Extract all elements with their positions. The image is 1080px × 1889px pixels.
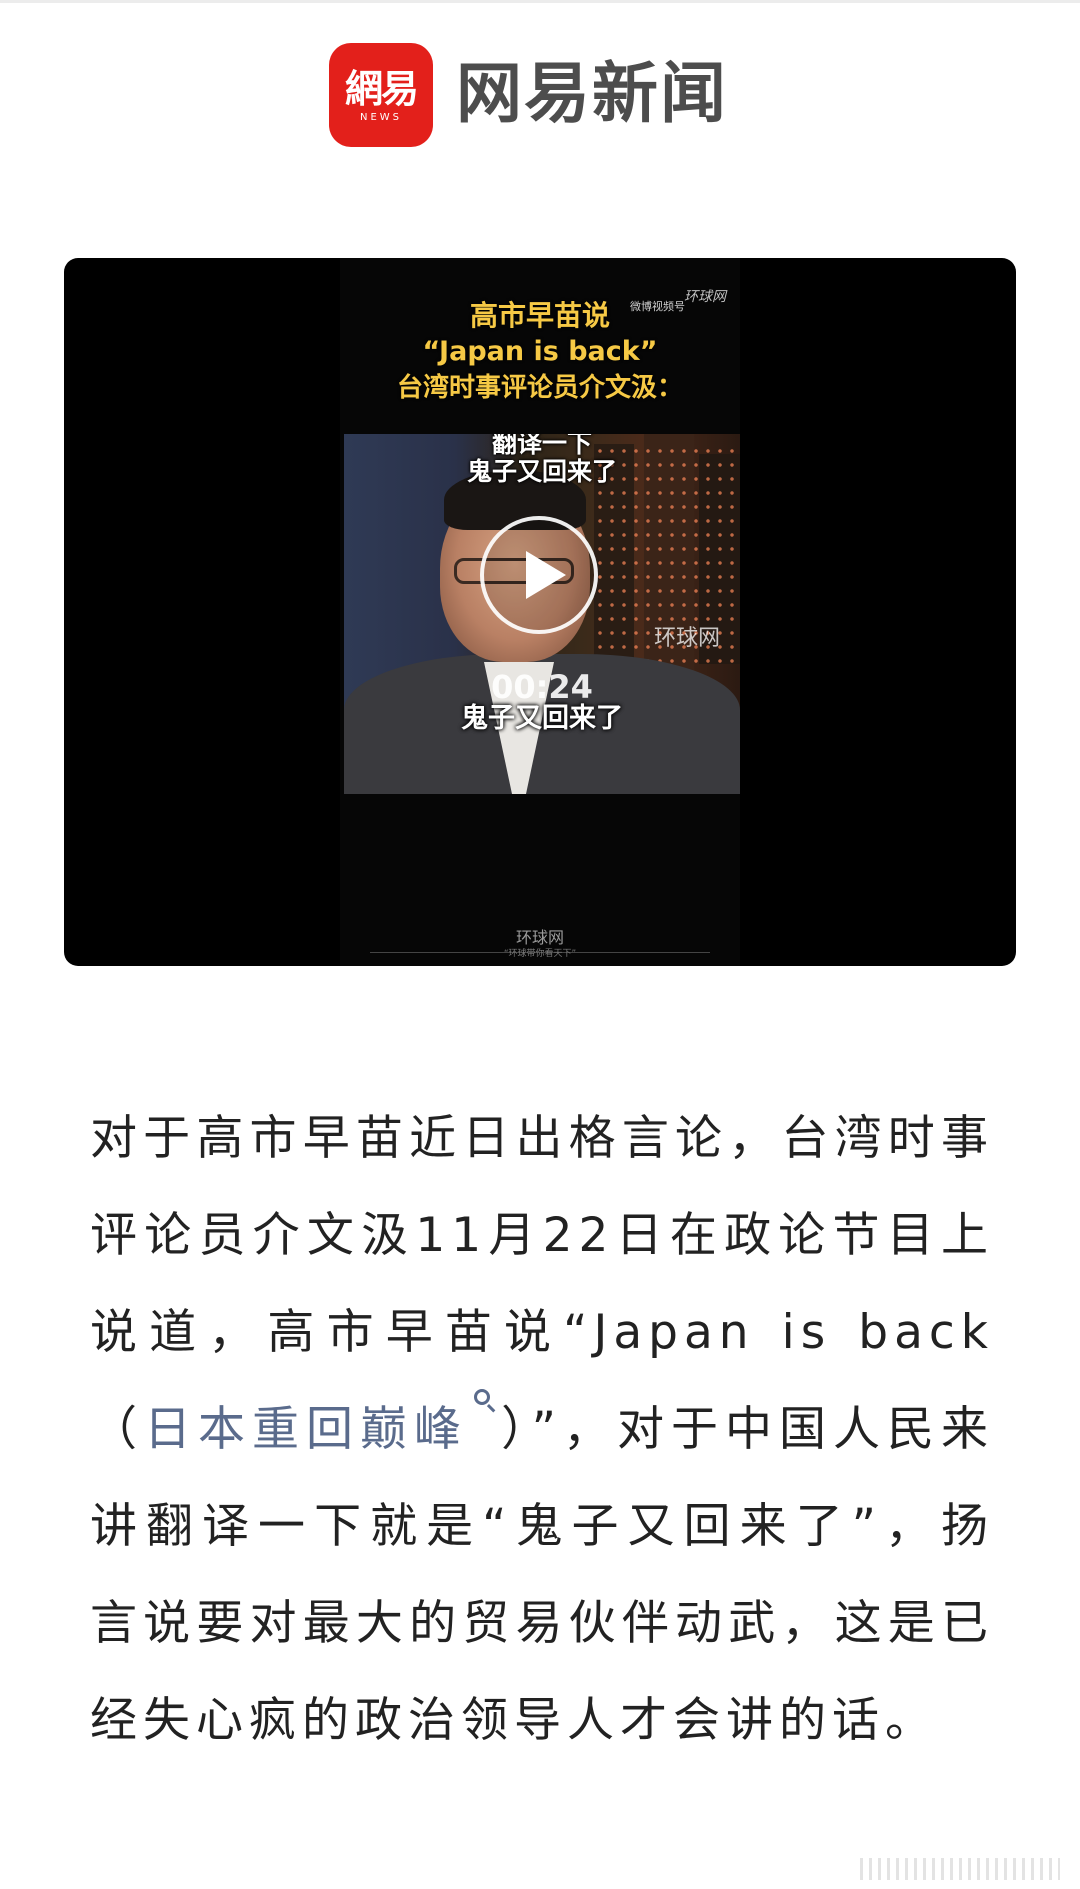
video-content: 高市早苗说 “Japan is back” 台湾时事评论员介文汲： 微博视频号 … [340, 258, 740, 966]
keyword-link-text: 日本重回巅峰 [144, 1402, 469, 1457]
search-icon [472, 1387, 500, 1415]
brand-name: 网易新闻 [456, 55, 728, 132]
top-divider [0, 0, 1080, 3]
logo-glyph: 網易 [344, 65, 419, 111]
caption-bottom: 鬼子又回来了 [461, 703, 623, 734]
play-icon [526, 551, 566, 599]
video-title-line-2: “Japan is back” [422, 336, 658, 367]
video-footer-tagline: “环球带你看天下” [503, 949, 577, 959]
video-footer-logo: 环球网 [515, 928, 564, 947]
huanqiu-watermark: 环球网 [684, 289, 726, 305]
source-watermark [860, 1858, 1060, 1880]
header: 網易 NEWS 网易新闻 [0, 40, 1080, 150]
logo-subtext: NEWS [359, 111, 403, 123]
play-button[interactable] [480, 516, 598, 634]
caption-top: 鬼子又回来了 [466, 457, 617, 486]
video-player[interactable]: 高市早苗说 “Japan is back” 台湾时事评论员介文汲： 微博视频号 … [64, 258, 1016, 966]
netease-news-logo[interactable]: 網易 NEWS [329, 43, 433, 147]
video-title-line-3: 台湾时事评论员介文汲： [396, 373, 683, 403]
video-frame: 环球网 翻译一下 鬼子又回来了 00:24 鬼子又回来了 [344, 434, 740, 794]
keyword-search-link[interactable]: 日本重回巅峰 [144, 1389, 500, 1457]
article-body: 对于高市早苗近日出格言论，台湾时事评论员介文汲11月22日在政论节目上说道，高市… [90, 1090, 994, 1769]
frame-watermark: 环球网 [654, 626, 721, 651]
weibo-watermark: 微博视频号 [630, 300, 685, 313]
